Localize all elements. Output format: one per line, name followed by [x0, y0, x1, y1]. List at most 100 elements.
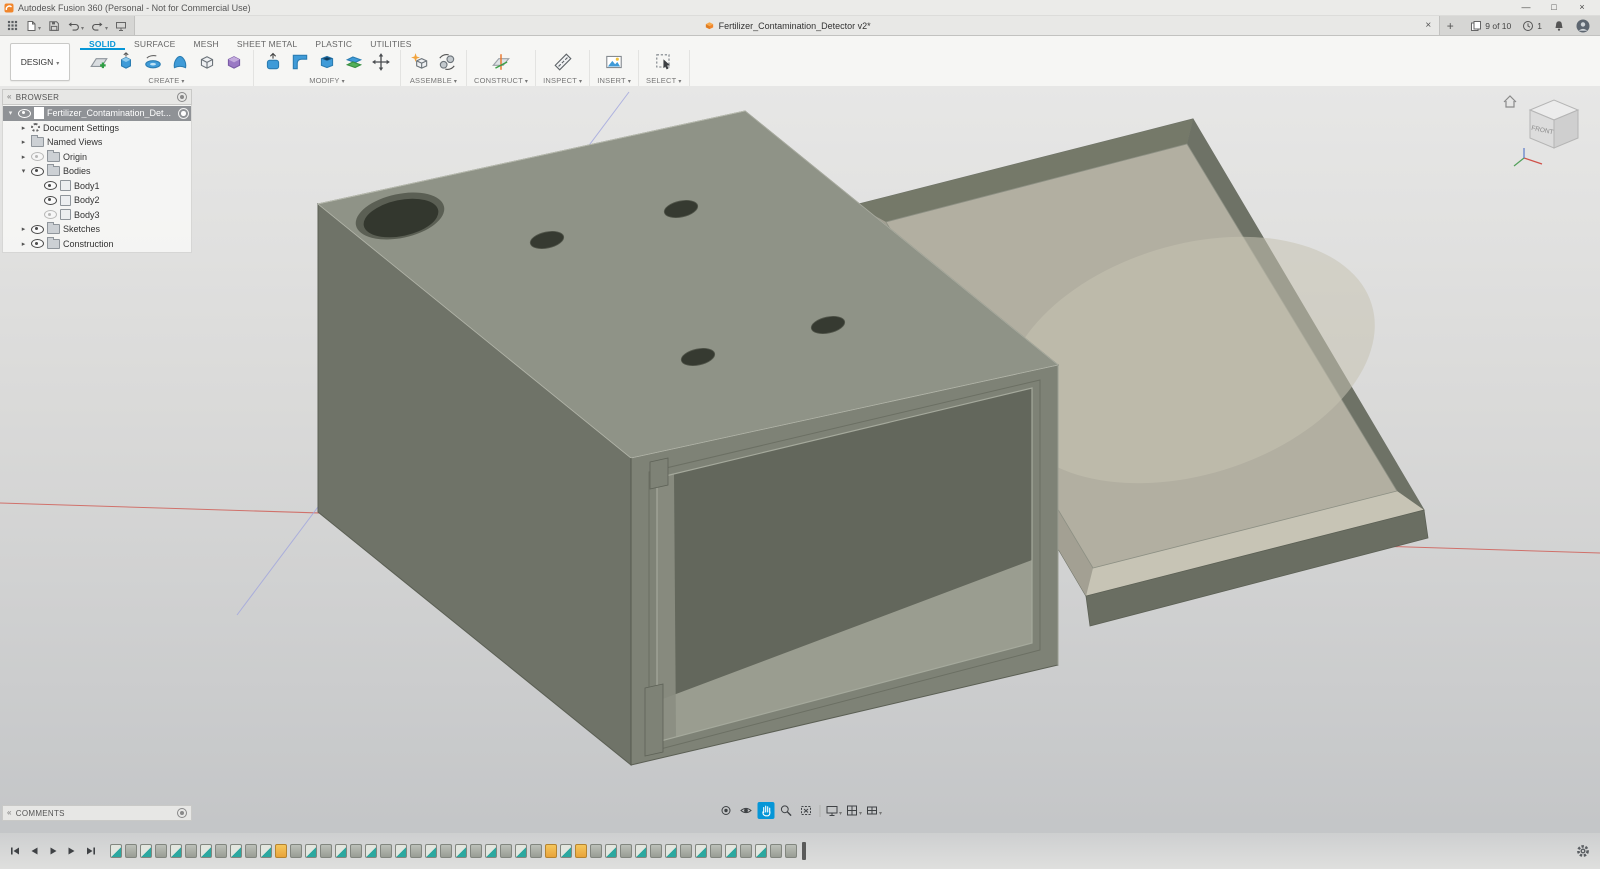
browser-item-label[interactable]: Origin — [63, 152, 189, 162]
browser-item-label[interactable]: Sketches — [63, 224, 189, 234]
select-button[interactable] — [652, 50, 676, 74]
timeline-sketch-marker[interactable] — [200, 844, 212, 858]
view-cube-faces[interactable]: FRONT — [1530, 100, 1578, 148]
primitive-box-button[interactable] — [195, 50, 219, 74]
browser-item-body3[interactable]: Body3 — [3, 208, 191, 223]
browser-item-label[interactable]: Body1 — [74, 181, 189, 191]
timeline-feature-marker[interactable] — [380, 844, 392, 858]
notifications-button[interactable] — [1553, 20, 1565, 32]
measure-button[interactable] — [551, 50, 575, 74]
timeline-feature-marker[interactable] — [590, 844, 602, 858]
disclosure-expanded-icon[interactable]: ▾ — [6, 109, 15, 117]
timeline-feature-marker[interactable] — [740, 844, 752, 858]
timeline-feature-marker[interactable] — [290, 844, 302, 858]
timeline-sketch-marker[interactable] — [455, 844, 467, 858]
timeline-playhead[interactable] — [802, 842, 806, 860]
insert-canvas-button[interactable] — [602, 50, 626, 74]
display-settings-icon[interactable] — [826, 802, 843, 819]
press-pull-button[interactable] — [261, 50, 285, 74]
visibility-eye-icon[interactable] — [31, 152, 44, 161]
timeline-feature-marker[interactable] — [680, 844, 692, 858]
comments-options-icon[interactable] — [177, 808, 187, 818]
browser-panel-header[interactable]: BROWSER — [2, 89, 192, 105]
visibility-eye-icon[interactable] — [31, 167, 44, 176]
browser-item-body1[interactable]: Body1 — [3, 179, 191, 194]
browser-item-construction[interactable]: ▸Construction — [3, 237, 191, 252]
tab-close-icon[interactable]: × — [1425, 21, 1431, 31]
loft-button[interactable] — [168, 50, 192, 74]
browser-item-bodies[interactable]: ▾Bodies — [3, 164, 191, 179]
page-indicator[interactable]: 9 of 10 — [1470, 20, 1511, 32]
step-back-icon[interactable] — [27, 844, 41, 858]
grid-snaps-icon[interactable] — [846, 802, 863, 819]
timeline-feature-marker[interactable] — [410, 844, 422, 858]
timeline-sketch-marker[interactable] — [230, 844, 242, 858]
go-to-start-icon[interactable] — [8, 844, 22, 858]
revolve-button[interactable] — [141, 50, 165, 74]
timeline-feature-marker[interactable] — [710, 844, 722, 858]
job-status[interactable]: 1 — [1522, 20, 1542, 32]
browser-item-named-views[interactable]: ▸ Named Views — [3, 135, 191, 150]
timeline-sketch-marker[interactable] — [305, 844, 317, 858]
disclosure-collapsed-icon[interactable]: ▸ — [19, 153, 28, 161]
combine-button[interactable] — [342, 50, 366, 74]
timeline-feature-marker[interactable] — [530, 844, 542, 858]
browser-item-label[interactable]: Named Views — [47, 137, 189, 147]
timeline-sketch-marker[interactable] — [485, 844, 497, 858]
3d-scene-canvas[interactable] — [0, 86, 1600, 869]
disclosure-collapsed-icon[interactable]: ▸ — [19, 138, 28, 146]
timeline-sketch-marker[interactable] — [560, 844, 572, 858]
timeline-feature-marker[interactable] — [320, 844, 332, 858]
timeline-feature-marker[interactable] — [245, 844, 257, 858]
timeline-feature-marker[interactable] — [350, 844, 362, 858]
timeline-sketch-marker[interactable] — [365, 844, 377, 858]
disclosure-collapsed-icon[interactable]: ▸ — [19, 124, 28, 132]
timeline-feature-marker[interactable] — [500, 844, 512, 858]
viewports-icon[interactable] — [866, 802, 883, 819]
browser-item-label[interactable]: Body2 — [74, 195, 189, 205]
timeline-sketch-marker[interactable] — [110, 844, 122, 858]
orbit-icon[interactable] — [718, 802, 735, 819]
timeline-sketch-marker[interactable] — [665, 844, 677, 858]
timeline-feature-marker[interactable] — [770, 844, 782, 858]
timeline-settings-gear-icon[interactable] — [1574, 842, 1592, 860]
timeline-construct-marker[interactable] — [545, 844, 557, 858]
timeline-feature-marker[interactable] — [785, 844, 797, 858]
visibility-eye-icon[interactable] — [44, 196, 57, 205]
move-copy-button[interactable] — [369, 50, 393, 74]
panel-options-icon[interactable] — [177, 92, 187, 102]
browser-item-origin[interactable]: ▸ Origin — [3, 150, 191, 165]
tab-surface[interactable]: SURFACE — [125, 38, 185, 50]
timeline-construct-marker[interactable] — [575, 844, 587, 858]
disclosure-collapsed-icon[interactable]: ▸ — [19, 225, 28, 233]
timeline-feature-marker[interactable] — [155, 844, 167, 858]
user-avatar[interactable] — [1576, 19, 1590, 33]
browser-item-sketches[interactable]: ▸ Sketches — [3, 222, 191, 237]
timeline-feature-marker[interactable] — [125, 844, 137, 858]
browser-item-fertilizer-contamination-det[interactable]: ▾Fertilizer_Contamination_Det... — [3, 106, 191, 121]
timeline-feature-marker[interactable] — [215, 844, 227, 858]
browser-item-body2[interactable]: Body2 — [3, 193, 191, 208]
3d-viewport[interactable]: FRONT BROWSER ▾Fertilizer_Contamination_… — [0, 86, 1600, 869]
step-forward-icon[interactable] — [65, 844, 79, 858]
create-sketch-button[interactable] — [87, 50, 111, 74]
collapse-comments-icon[interactable] — [7, 809, 12, 817]
new-component-button[interactable] — [408, 50, 432, 74]
workspace-selector[interactable]: DESIGN — [10, 43, 70, 81]
visibility-eye-icon[interactable] — [18, 109, 31, 118]
fit-view-icon[interactable] — [798, 802, 815, 819]
timeline-feature-marker[interactable] — [440, 844, 452, 858]
timeline-sketch-marker[interactable] — [260, 844, 272, 858]
joint-button[interactable] — [435, 50, 459, 74]
extrude-button[interactable] — [114, 50, 138, 74]
timeline-feature-marker[interactable] — [470, 844, 482, 858]
timeline-sketch-marker[interactable] — [515, 844, 527, 858]
comments-panel-header[interactable]: COMMENTS — [2, 805, 192, 821]
extensions-icon[interactable] — [113, 19, 129, 33]
close-icon[interactable]: × — [1568, 0, 1596, 15]
tab-solid[interactable]: SOLID — [80, 38, 125, 50]
activate-component-radio[interactable] — [178, 108, 189, 119]
create-form-button[interactable] — [222, 50, 246, 74]
pan-icon[interactable] — [758, 802, 775, 819]
timeline-sketch-marker[interactable] — [395, 844, 407, 858]
